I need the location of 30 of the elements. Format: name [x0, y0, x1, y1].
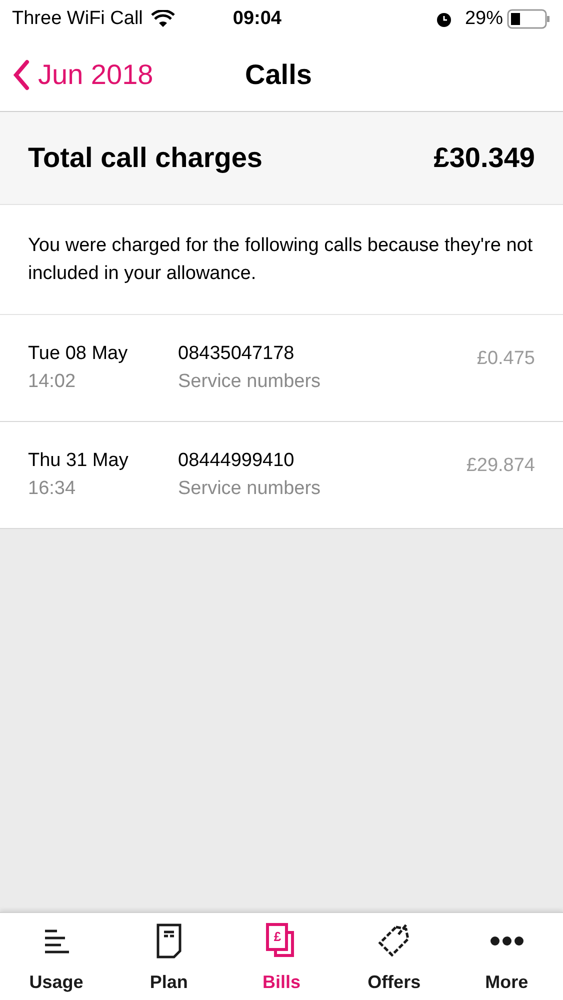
- clock: 09:04: [232, 6, 282, 31]
- wifi-icon: [150, 10, 175, 28]
- battery-icon: [507, 9, 551, 29]
- call-date: Tue 08 May: [28, 342, 129, 366]
- phone-number: 08435047178: [178, 342, 296, 366]
- tab-bar-item[interactable]: £ Bills: [225, 913, 338, 1000]
- chevron-left-icon: [12, 58, 30, 90]
- call-time: 14:02: [28, 370, 77, 394]
- back-button[interactable]: Jun 2018: [12, 54, 154, 96]
- call-date: Thu 31 May: [28, 448, 130, 472]
- carrier-name: Three WiFi Call: [12, 6, 143, 31]
- tab-bar-item[interactable]: Plan: [112, 913, 226, 1000]
- call-time: 16:34: [28, 477, 77, 501]
- total-amount: £30.349: [434, 141, 535, 175]
- call-type: Service numbers: [178, 477, 321, 501]
- screen-title: Calls: [245, 58, 312, 92]
- tab-bar-item[interactable]: Offers: [338, 913, 450, 1000]
- alarm-icon: [434, 10, 453, 28]
- total-label: Total call charges: [28, 141, 262, 175]
- call-charge: £0.475: [476, 347, 535, 371]
- document-icon: [156, 923, 182, 959]
- more-icon: [488, 935, 525, 947]
- call-type: Service numbers: [178, 370, 321, 394]
- tab-bar-item[interactable]: Usage: [0, 913, 113, 1000]
- tab-bar-item[interactable]: More: [450, 913, 563, 1000]
- phone-number: 08444999410: [178, 448, 296, 472]
- menu-icon: [43, 927, 70, 955]
- charges-explanation: You were charged for the following calls because they're not included in your allowance.: [28, 234, 534, 286]
- battery-percentage: 29%: [464, 6, 503, 31]
- call-charge: £29.874: [466, 454, 535, 478]
